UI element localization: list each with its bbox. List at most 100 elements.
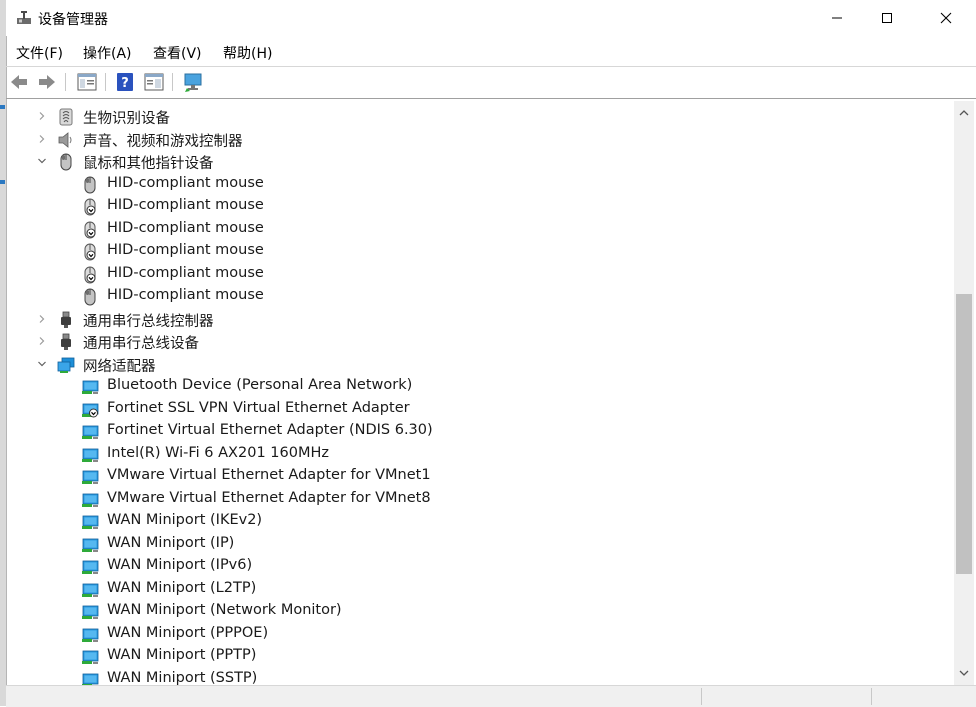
tree-device[interactable]: HID-compliant mouse — [6, 196, 954, 218]
network-adapter-icon — [82, 470, 99, 484]
mouse-disabled-icon — [84, 198, 96, 216]
device-label: WAN Miniport (IKEv2) — [107, 512, 263, 528]
window-title: 设备管理器 — [38, 12, 108, 28]
minimize-icon — [832, 17, 842, 19]
tree-device[interactable]: Fortinet SSL VPN Virtual Ethernet Adapte… — [6, 399, 954, 421]
forward-arrow-icon[interactable] — [36, 71, 58, 93]
tree-category[interactable]: 通用串行总线设备 — [6, 331, 954, 353]
tree-device[interactable]: WAN Miniport (PPPOE) — [6, 624, 954, 646]
toolbar-separator — [65, 73, 66, 91]
toolbar: ? — [6, 67, 976, 97]
device-label: WAN Miniport (PPTP) — [107, 647, 257, 663]
device-label: HID-compliant mouse — [107, 265, 264, 281]
tree-device[interactable]: WAN Miniport (SSTP) — [6, 669, 954, 685]
category-label: 鼠标和其他指针设备 — [83, 156, 214, 172]
chevron-right-icon[interactable] — [36, 335, 48, 347]
tree-device[interactable]: VMware Virtual Ethernet Adapter for VMne… — [6, 489, 954, 511]
close-button[interactable] — [923, 0, 969, 36]
device-label: Fortinet Virtual Ethernet Adapter (NDIS … — [107, 422, 433, 438]
network-adapter-icon — [82, 448, 99, 462]
device-label: HID-compliant mouse — [107, 175, 264, 191]
tree-device[interactable]: WAN Miniport (IKEv2) — [6, 511, 954, 533]
status-divider — [871, 688, 872, 705]
category-label: 通用串行总线设备 — [83, 336, 199, 352]
category-label: 生物识别设备 — [83, 111, 170, 127]
tree-device[interactable]: WAN Miniport (L2TP) — [6, 579, 954, 601]
tree-device[interactable]: HID-compliant mouse — [6, 174, 954, 196]
tree-category[interactable]: 通用串行总线控制器 — [6, 309, 954, 331]
chevron-right-icon[interactable] — [36, 133, 48, 145]
menu-file[interactable]: 文件(F) — [16, 43, 63, 63]
minimize-button[interactable] — [814, 0, 860, 36]
category-label: 通用串行总线控制器 — [83, 314, 214, 330]
tree-device[interactable]: HID-compliant mouse — [6, 219, 954, 241]
scroll-down-button[interactable] — [954, 665, 974, 681]
tree-device[interactable]: Bluetooth Device (Personal Area Network) — [6, 376, 954, 398]
network-adapter-disabled-icon — [82, 403, 99, 418]
device-label: VMware Virtual Ethernet Adapter for VMne… — [107, 490, 431, 506]
status-bar — [6, 685, 976, 707]
tree-device[interactable]: VMware Virtual Ethernet Adapter for VMne… — [6, 466, 954, 488]
tree-top-border — [6, 98, 976, 99]
device-manager-icon — [17, 11, 31, 24]
menu-action[interactable]: 操作(A) — [83, 43, 132, 63]
show-hide-tree-icon[interactable] — [76, 71, 98, 93]
category-label: 网络适配器 — [83, 359, 156, 375]
tree-category[interactable]: 生物识别设备 — [6, 106, 954, 128]
device-label: WAN Miniport (L2TP) — [107, 580, 257, 596]
device-label: WAN Miniport (Network Monitor) — [107, 602, 342, 618]
chevron-right-icon[interactable] — [36, 110, 48, 122]
edge-mark — [0, 180, 5, 184]
chevron-right-icon[interactable] — [36, 313, 48, 325]
device-label: WAN Miniport (SSTP) — [107, 670, 258, 685]
category-label: 声音、视频和游戏控制器 — [83, 134, 243, 150]
network-adapter-icon — [82, 560, 99, 574]
device-label: VMware Virtual Ethernet Adapter for VMne… — [107, 467, 431, 483]
chevron-down-icon — [959, 670, 969, 676]
menu-help[interactable]: 帮助(H) — [223, 43, 272, 63]
network-adapter-icon — [82, 425, 99, 439]
tree-device[interactable]: Fortinet Virtual Ethernet Adapter (NDIS … — [6, 421, 954, 443]
toolbar-separator — [172, 73, 173, 91]
scroll-thumb[interactable] — [956, 294, 972, 574]
title-bar[interactable]: 设备管理器 — [6, 0, 976, 36]
usb-icon — [61, 333, 71, 350]
vertical-scrollbar[interactable] — [954, 101, 974, 685]
device-label: HID-compliant mouse — [107, 197, 264, 213]
maximize-button[interactable] — [864, 0, 910, 36]
menu-view[interactable]: 查看(V) — [153, 43, 202, 63]
mouse-icon — [84, 176, 96, 194]
properties-icon[interactable] — [143, 71, 165, 93]
scroll-up-button[interactable] — [954, 105, 974, 121]
device-label: WAN Miniport (IPv6) — [107, 557, 253, 573]
help-icon[interactable]: ? — [114, 71, 136, 93]
tree-device[interactable]: WAN Miniport (PPTP) — [6, 646, 954, 668]
scan-hardware-icon[interactable] — [182, 71, 204, 93]
network-adapter-icon — [82, 650, 99, 664]
mouse-icon — [60, 153, 72, 171]
chevron-down-icon[interactable] — [36, 155, 48, 167]
tree-device[interactable]: WAN Miniport (Network Monitor) — [6, 601, 954, 623]
biometric-icon — [59, 108, 73, 126]
network-adapter-icon — [82, 605, 99, 619]
tree-device[interactable]: WAN Miniport (IP) — [6, 534, 954, 556]
maximize-icon — [882, 13, 892, 23]
tree-category[interactable]: 网络适配器 — [6, 354, 954, 376]
close-icon — [940, 12, 952, 24]
tree-category[interactable]: 鼠标和其他指针设备 — [6, 151, 954, 173]
tree-device[interactable]: WAN Miniport (IPv6) — [6, 556, 954, 578]
device-tree[interactable]: 生物识别设备声音、视频和游戏控制器 鼠标和其他指针设备 HID-compliant … — [6, 101, 954, 685]
chevron-down-icon[interactable] — [36, 358, 48, 370]
tree-category[interactable]: 声音、视频和游戏控制器 — [6, 129, 954, 151]
network-adapter-icon — [82, 538, 99, 552]
tree-device[interactable]: HID-compliant mouse — [6, 286, 954, 308]
tree-device[interactable]: Intel(R) Wi-Fi 6 AX201 160MHz — [6, 444, 954, 466]
device-label: HID-compliant mouse — [107, 287, 264, 303]
network-adapter-icon — [82, 628, 99, 642]
network-icon — [57, 357, 75, 373]
usb-icon — [61, 311, 71, 328]
back-arrow-icon[interactable] — [8, 71, 30, 93]
mouse-disabled-icon — [84, 266, 96, 284]
tree-device[interactable]: HID-compliant mouse — [6, 264, 954, 286]
tree-device[interactable]: HID-compliant mouse — [6, 241, 954, 263]
